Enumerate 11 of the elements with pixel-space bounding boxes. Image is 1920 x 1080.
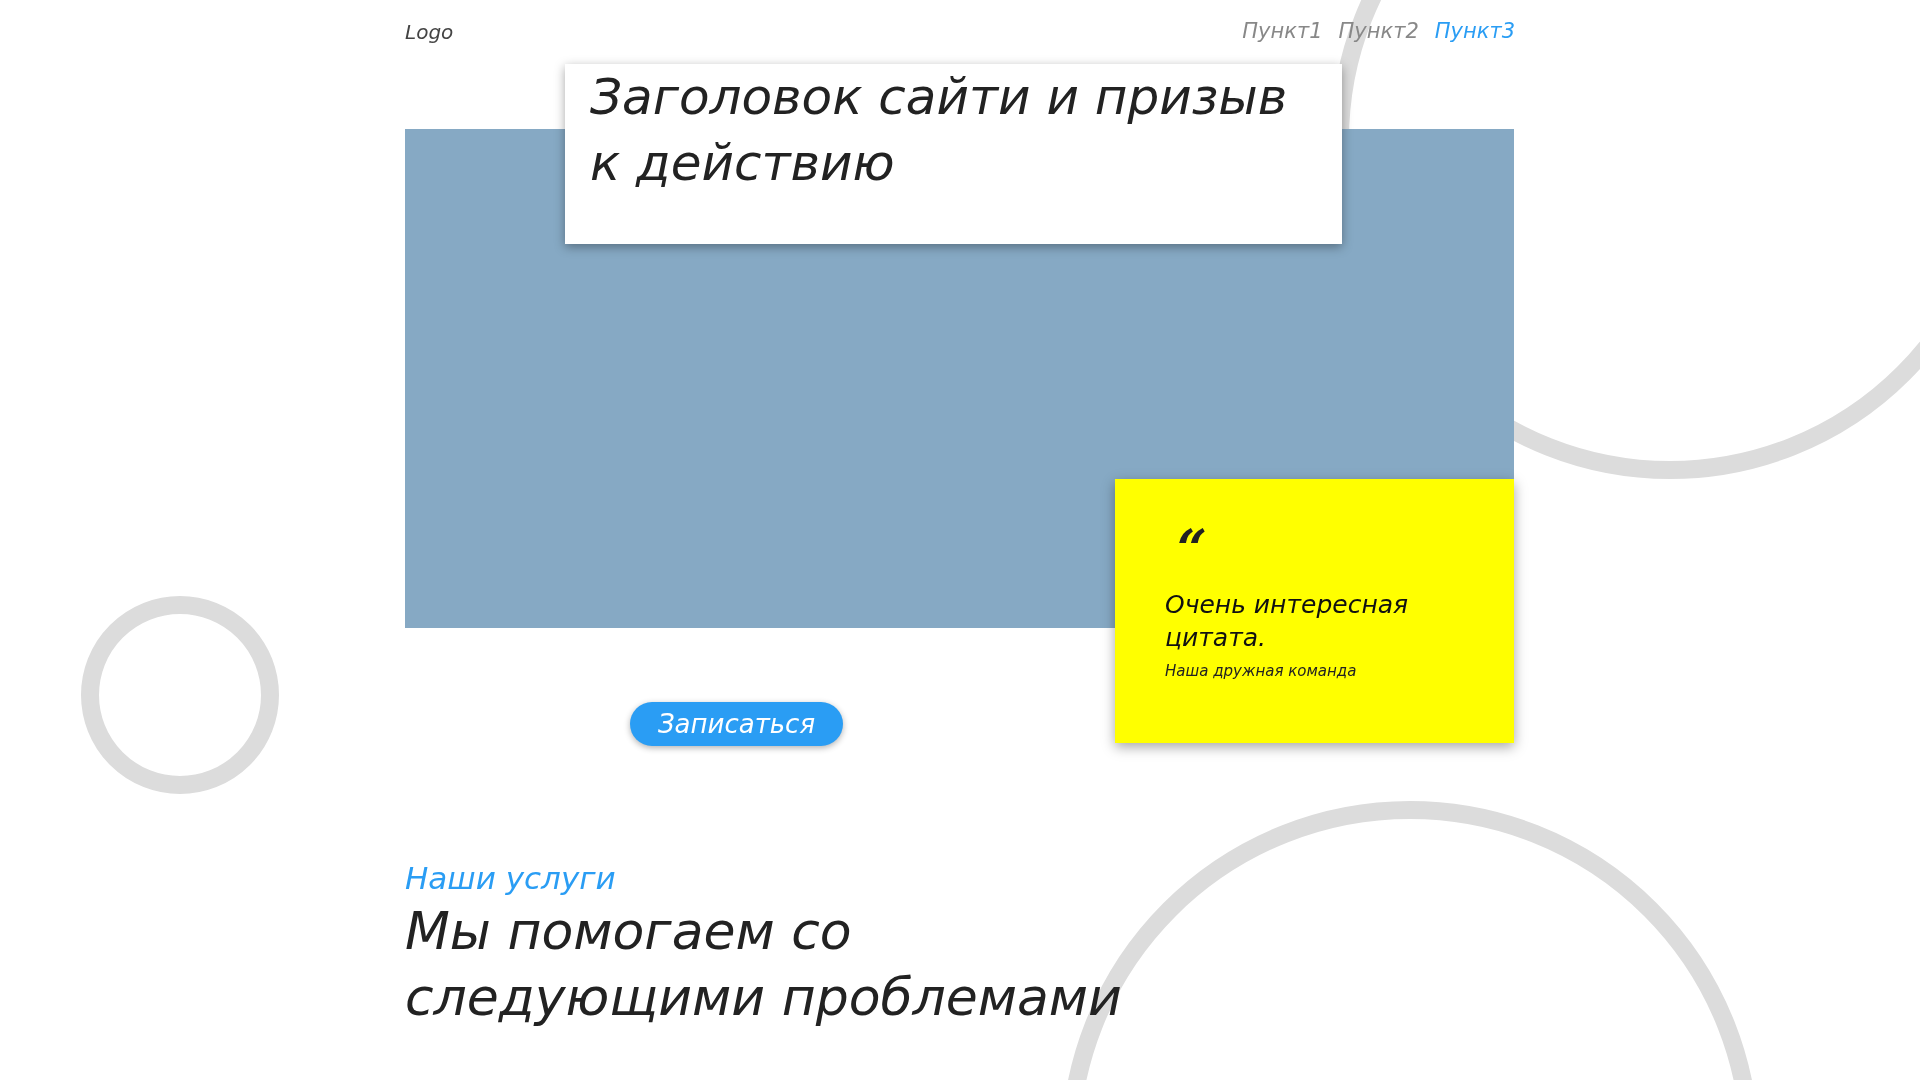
logo: Logo (405, 19, 454, 46)
quote-author: Наша дружная команда (1165, 661, 1358, 682)
nav-link[interactable]: Пункт2 (1330, 16, 1427, 48)
hero-title: Заголовок сайти и призыв к действию (590, 67, 1289, 194)
section-label: Наши услуги (405, 859, 617, 898)
quote-mark: “ (1177, 529, 1207, 569)
quote-text: Очень интересная цитата. (1165, 589, 1410, 654)
nav-link[interactable]: Пункт1 (1234, 16, 1331, 48)
section-heading: Мы помогаем со следующими проблемами (405, 900, 1123, 1029)
nav-link[interactable]: Пункт3 (1426, 16, 1515, 48)
signup-button[interactable]: Записаться (630, 702, 843, 746)
